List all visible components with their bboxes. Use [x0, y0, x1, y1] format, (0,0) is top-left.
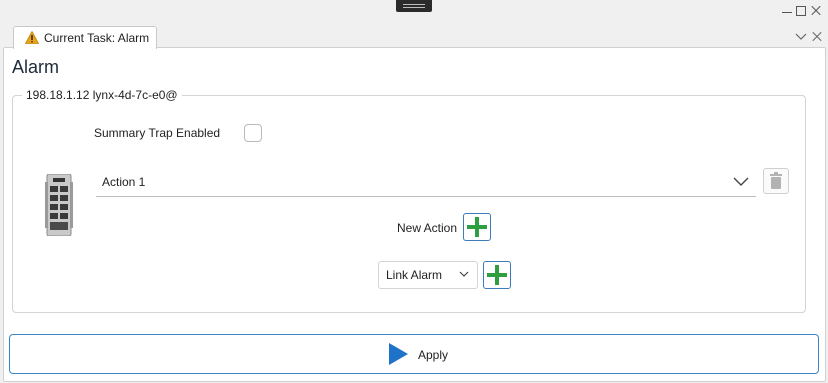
tab-title: Current Task: Alarm	[44, 31, 150, 45]
apply-button[interactable]: Apply	[9, 334, 819, 374]
link-alarm-select[interactable]: Link Alarm	[378, 261, 478, 289]
link-alarm-select-value: Link Alarm	[386, 268, 443, 282]
chevron-down-icon	[733, 177, 749, 186]
page-title: Alarm	[12, 57, 60, 77]
link-alarm-add-button[interactable]	[483, 261, 511, 289]
summary-trap-label: Summary Trap Enabled	[94, 126, 221, 140]
minimize-icon[interactable]	[780, 4, 794, 18]
plus-icon	[467, 217, 487, 237]
tab-close-icon[interactable]	[811, 30, 823, 42]
apply-label: Apply	[418, 348, 449, 362]
action-select[interactable]: Action 1	[96, 168, 756, 197]
chevron-down-icon	[459, 271, 469, 277]
warning-icon	[25, 31, 39, 44]
action-select-value: Action 1	[102, 175, 146, 189]
window-drag-handle[interactable]	[396, 0, 432, 12]
chevron-down-icon[interactable]	[795, 30, 807, 42]
device-group-legend: 198.18.1.12 lynx-4d-7c-e0@	[22, 88, 182, 102]
maximize-icon[interactable]	[794, 4, 808, 18]
tab-current-task[interactable]: Current Task: Alarm	[13, 26, 157, 49]
close-icon[interactable]	[809, 4, 823, 18]
new-action-label: New Action	[397, 221, 458, 235]
new-action-button[interactable]	[463, 213, 491, 241]
plus-icon	[487, 265, 507, 285]
trash-icon	[770, 172, 782, 189]
summary-trap-checkbox[interactable]	[244, 124, 262, 142]
delete-action-button[interactable]	[763, 168, 789, 194]
switch-device-image	[45, 174, 73, 236]
play-icon	[389, 343, 408, 365]
